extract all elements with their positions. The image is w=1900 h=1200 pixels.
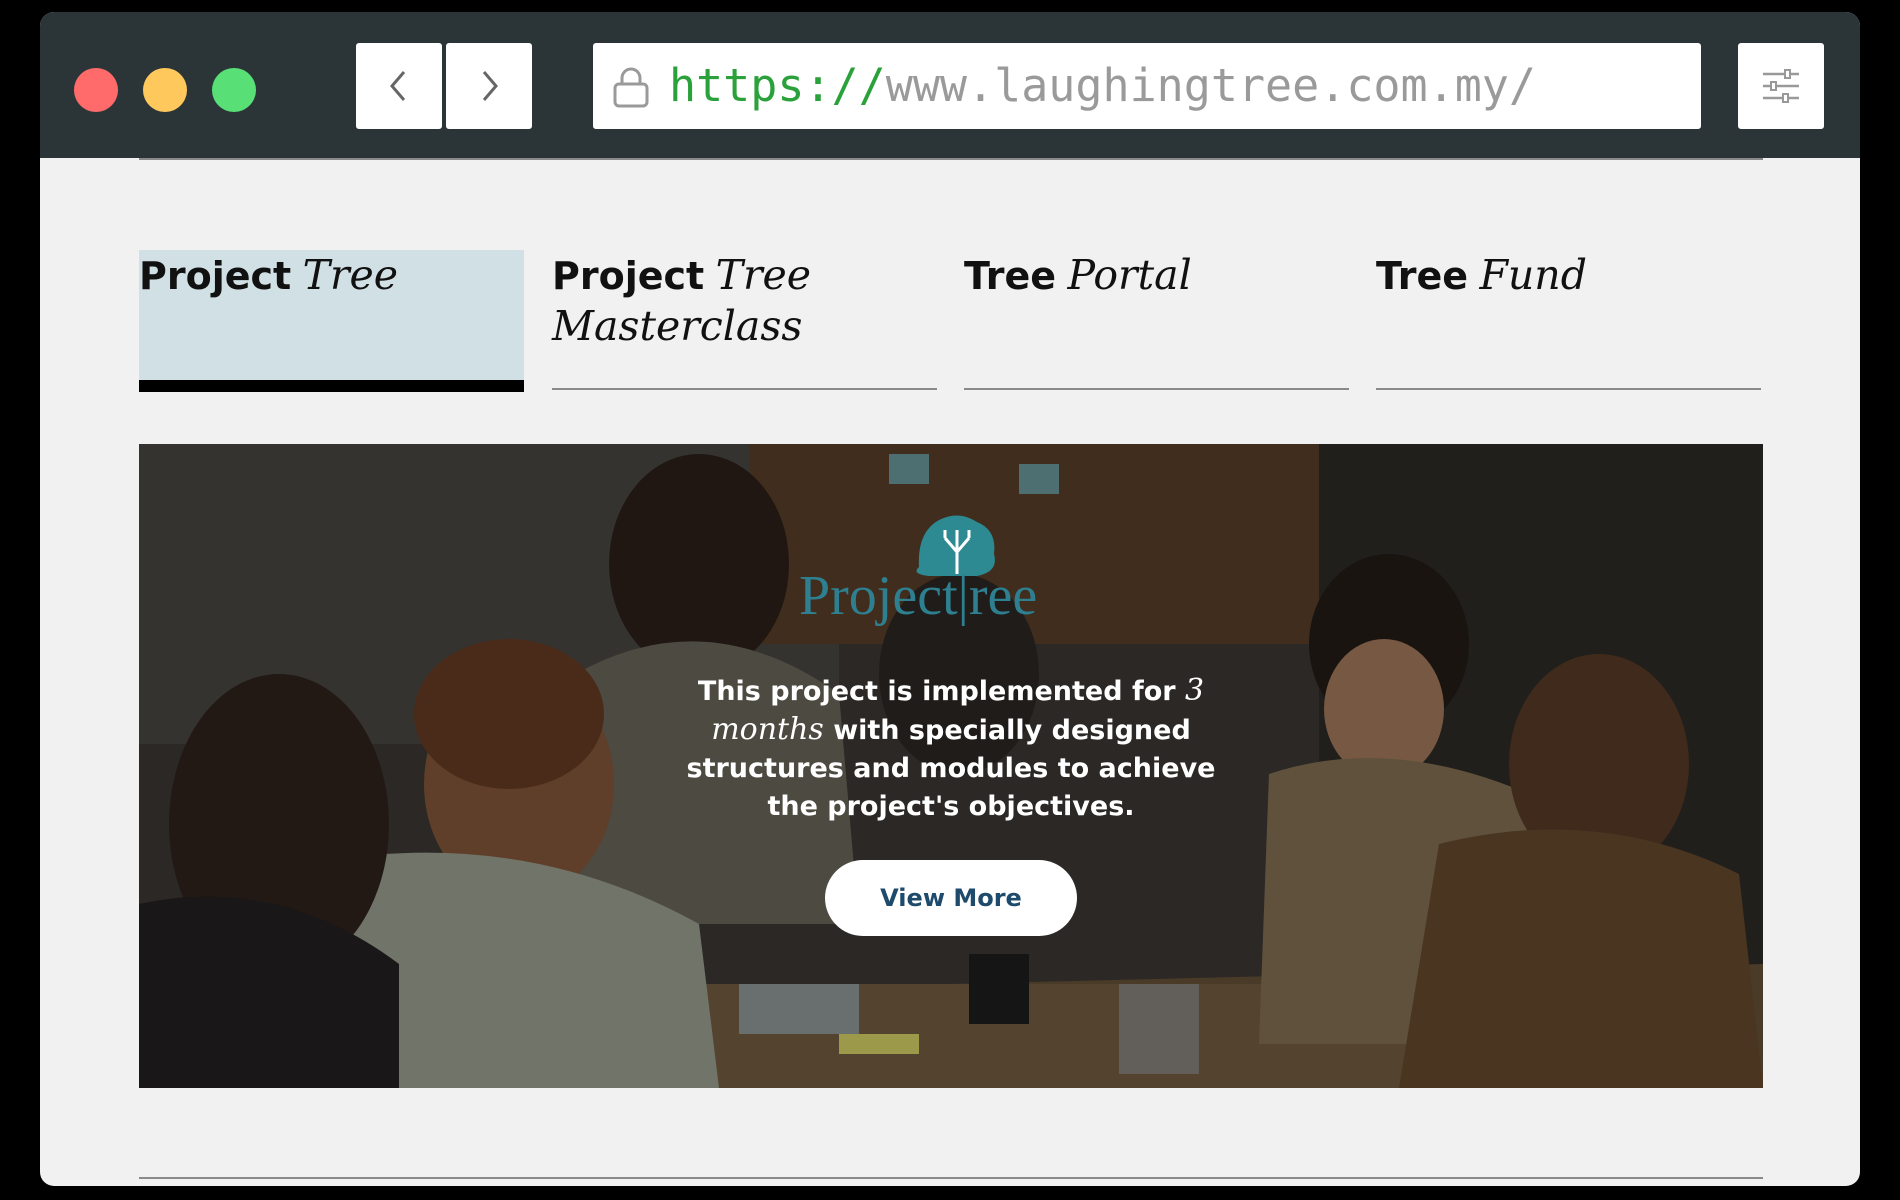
tab-project-tree[interactable]: Project Tree bbox=[139, 250, 524, 392]
chevron-right-icon bbox=[482, 71, 498, 101]
forward-button[interactable] bbox=[446, 43, 532, 129]
browser-window: https://www.laughingtree.com.my/ Project… bbox=[40, 12, 1860, 1186]
tab-label: Project Tree Masterclass bbox=[552, 250, 937, 351]
project-tree-logo: Project|ree bbox=[799, 512, 1089, 632]
url-text: https://www.laughingtree.com.my/ bbox=[669, 61, 1536, 111]
divider-top bbox=[139, 158, 1763, 160]
minimize-window-button[interactable] bbox=[143, 68, 187, 112]
tab-label-bold: Tree bbox=[1376, 254, 1469, 298]
tab-label-italic: Portal bbox=[1067, 251, 1192, 299]
tab-label-italic: Fund bbox=[1479, 251, 1587, 299]
url-domain: www.laughingtree.com.my/ bbox=[885, 59, 1536, 112]
hero-banner: Project|ree This project is implemented … bbox=[139, 444, 1763, 1088]
tab-indicator bbox=[1376, 388, 1761, 390]
sliders-icon bbox=[1763, 69, 1799, 103]
tab-label-bold: Tree bbox=[964, 254, 1057, 298]
browser-toolbar: https://www.laughingtree.com.my/ bbox=[40, 12, 1860, 158]
tab-indicator bbox=[552, 388, 937, 390]
url-scheme: https:// bbox=[669, 59, 886, 112]
tab-indicator bbox=[964, 388, 1349, 390]
maximize-window-button[interactable] bbox=[212, 68, 256, 112]
tab-label-italic: Tree bbox=[302, 251, 399, 299]
view-more-button[interactable]: View More bbox=[825, 860, 1077, 936]
tab-tree-fund[interactable]: Tree Fund bbox=[1376, 250, 1761, 390]
tab-label: Tree Portal bbox=[964, 250, 1349, 301]
tab-project-tree-masterclass[interactable]: Project Tree Masterclass bbox=[552, 250, 937, 390]
back-button[interactable] bbox=[356, 43, 442, 129]
lock-icon bbox=[613, 67, 649, 108]
tab-label-bold: Project bbox=[139, 254, 292, 298]
tab-indicator bbox=[139, 380, 524, 392]
tab-label: Tree Fund bbox=[1376, 250, 1761, 301]
address-bar[interactable]: https://www.laughingtree.com.my/ bbox=[593, 43, 1701, 129]
hero-description: This project is implemented for 3 months… bbox=[669, 672, 1233, 826]
hero-desc-part1: This project is implemented for bbox=[697, 676, 1176, 707]
chevron-left-icon bbox=[390, 71, 406, 101]
settings-button[interactable] bbox=[1738, 43, 1824, 129]
divider-bottom bbox=[139, 1177, 1763, 1179]
tab-label-bold: Project bbox=[552, 254, 705, 298]
close-window-button[interactable] bbox=[74, 68, 118, 112]
tab-tree-portal[interactable]: Tree Portal bbox=[964, 250, 1349, 390]
logo-wordmark: Project|ree bbox=[799, 565, 1038, 627]
tab-label: Project Tree bbox=[139, 250, 524, 301]
